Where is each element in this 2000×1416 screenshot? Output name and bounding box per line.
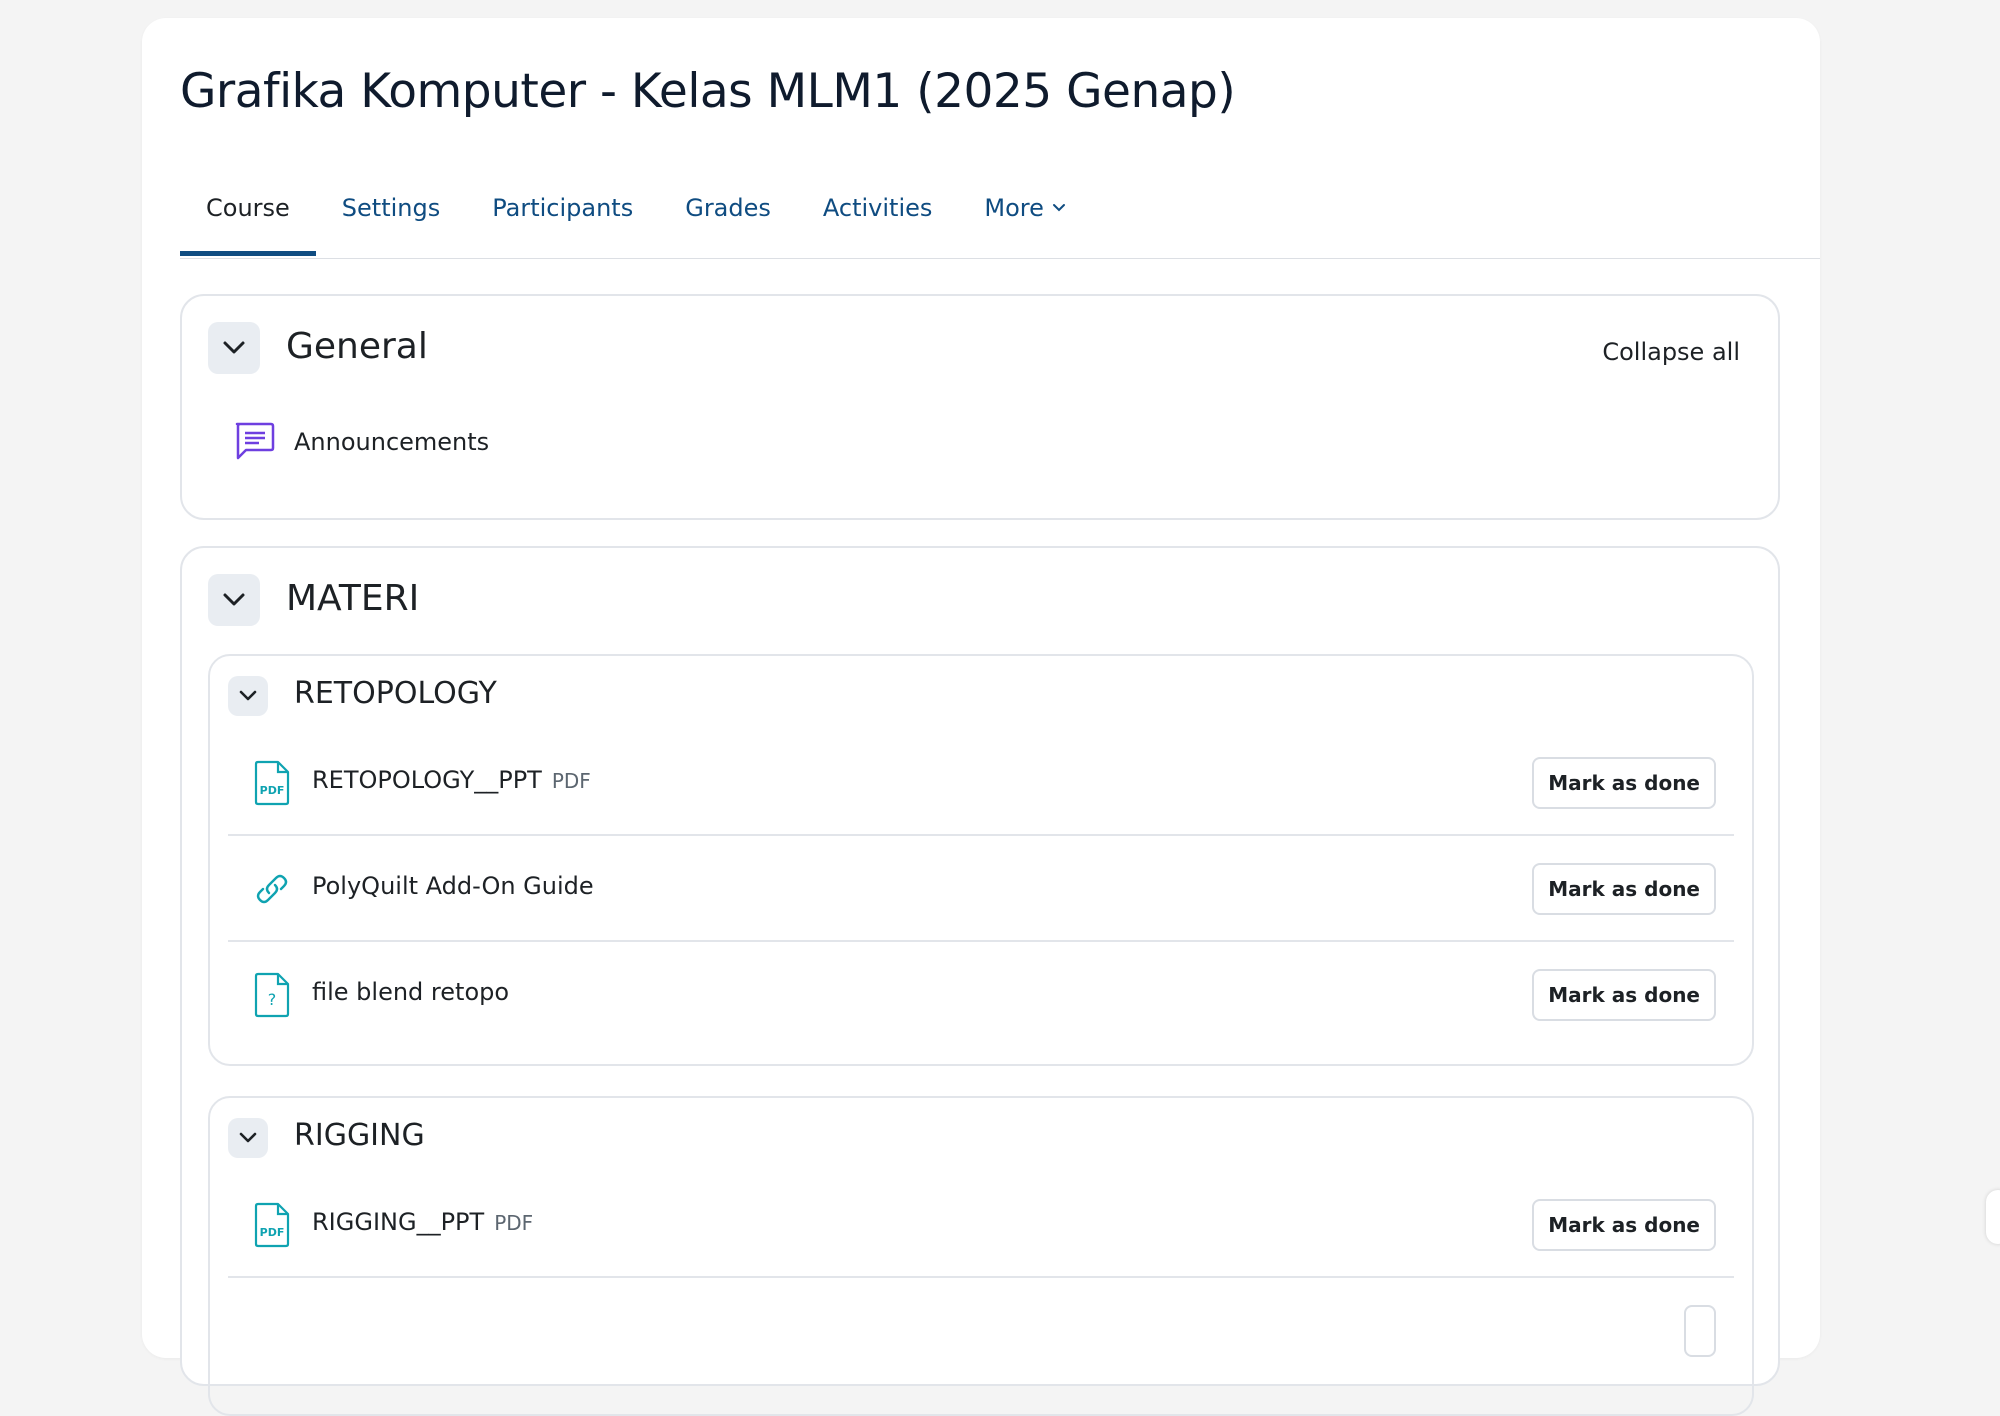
chevron-down-icon (1052, 203, 1066, 213)
activity-name: RIGGING__PPT (312, 1208, 485, 1236)
section-title: General (286, 326, 428, 367)
mark-as-done-button[interactable]: Mark as done (1532, 757, 1716, 809)
mark-as-done-button[interactable] (1684, 1305, 1716, 1357)
tab-settings[interactable]: Settings (316, 160, 466, 256)
chevron-down-icon (239, 1132, 257, 1143)
collapse-section-button[interactable] (208, 322, 260, 374)
subsection-rigging: RIGGING PDF RIGGING__PPT PDF Mark as done (208, 1096, 1754, 1416)
subsection-title: RETOPOLOGY (294, 676, 497, 711)
tab-label: Grades (685, 194, 771, 222)
svg-text:PDF: PDF (260, 1226, 285, 1239)
tab-participants[interactable]: Participants (466, 160, 659, 256)
tab-course[interactable]: Course (180, 160, 316, 256)
mark-as-done-button[interactable]: Mark as done (1532, 1199, 1716, 1251)
file-type-badge: PDF (551, 769, 591, 793)
mark-as-done-button[interactable]: Mark as done (1532, 863, 1716, 915)
activity-row: PolyQuilt Add-On Guide Mark as done (228, 836, 1734, 942)
collapse-subsection-button[interactable] (228, 676, 268, 716)
secondary-nav: Course Settings Participants Grades Acti… (180, 160, 1820, 259)
chevron-down-icon (223, 341, 245, 354)
collapse-subsection-button[interactable] (228, 1118, 268, 1158)
activity-link[interactable]: RIGGING__PPT PDF (312, 1208, 533, 1236)
tab-activities[interactable]: Activities (797, 160, 959, 256)
svg-text:PDF: PDF (260, 784, 285, 797)
section-title: MATERI (286, 578, 420, 619)
tab-more[interactable]: More (958, 160, 1092, 256)
activity-link[interactable]: Announcements (294, 428, 489, 456)
activity-link[interactable]: file blend retopo (312, 978, 509, 1006)
pdf-icon: PDF (252, 1202, 292, 1248)
tab-grades[interactable]: Grades (659, 160, 797, 256)
svg-text:?: ? (268, 990, 277, 1009)
page-title: Grafika Komputer - Kelas MLM1 (2025 Gena… (180, 64, 1236, 119)
file-type-badge: PDF (494, 1211, 534, 1235)
forum-icon (232, 418, 276, 466)
activity-link[interactable]: RETOPOLOGY__PPT PDF (312, 766, 591, 794)
collapse-section-button[interactable] (208, 574, 260, 626)
activity-name: RETOPOLOGY__PPT (312, 766, 542, 794)
drawer-toggle-button[interactable] (1986, 1190, 2000, 1244)
tab-label: Course (206, 194, 290, 222)
activity-row: PDF RIGGING__PPT PDF Mark as done (228, 1172, 1734, 1278)
chevron-down-icon (239, 690, 257, 701)
tab-label: Settings (341, 194, 441, 222)
activity-link[interactable]: PolyQuilt Add-On Guide (312, 872, 594, 900)
tab-label: More (984, 194, 1044, 222)
activity-row: PDF RETOPOLOGY__PPT PDF Mark as done (228, 730, 1734, 836)
tab-label: Participants (492, 194, 634, 222)
activity-announcements: Announcements (232, 418, 489, 466)
section-materi: MATERI RETOPOLOGY PDF RETOPOLOGY__PPT PDF… (180, 546, 1780, 1416)
tab-label: Activities (822, 194, 933, 222)
subsection-retopology: RETOPOLOGY PDF RETOPOLOGY__PPT PDF Mark a… (208, 654, 1754, 1066)
chevron-down-icon (223, 593, 245, 606)
unknown-file-icon: ? (252, 972, 292, 1018)
pdf-icon: PDF (252, 760, 292, 806)
course-page: Grafika Komputer - Kelas MLM1 (2025 Gena… (142, 18, 1820, 1416)
activity-row: ? file blend retopo Mark as done (228, 942, 1734, 1048)
activity-row (228, 1278, 1734, 1384)
mark-as-done-button[interactable]: Mark as done (1532, 969, 1716, 1021)
subsection-title: RIGGING (294, 1118, 425, 1153)
section-general: General Collapse all Announcements (180, 294, 1780, 520)
collapse-all-link[interactable]: Collapse all (1602, 338, 1740, 366)
link-icon (252, 866, 292, 912)
